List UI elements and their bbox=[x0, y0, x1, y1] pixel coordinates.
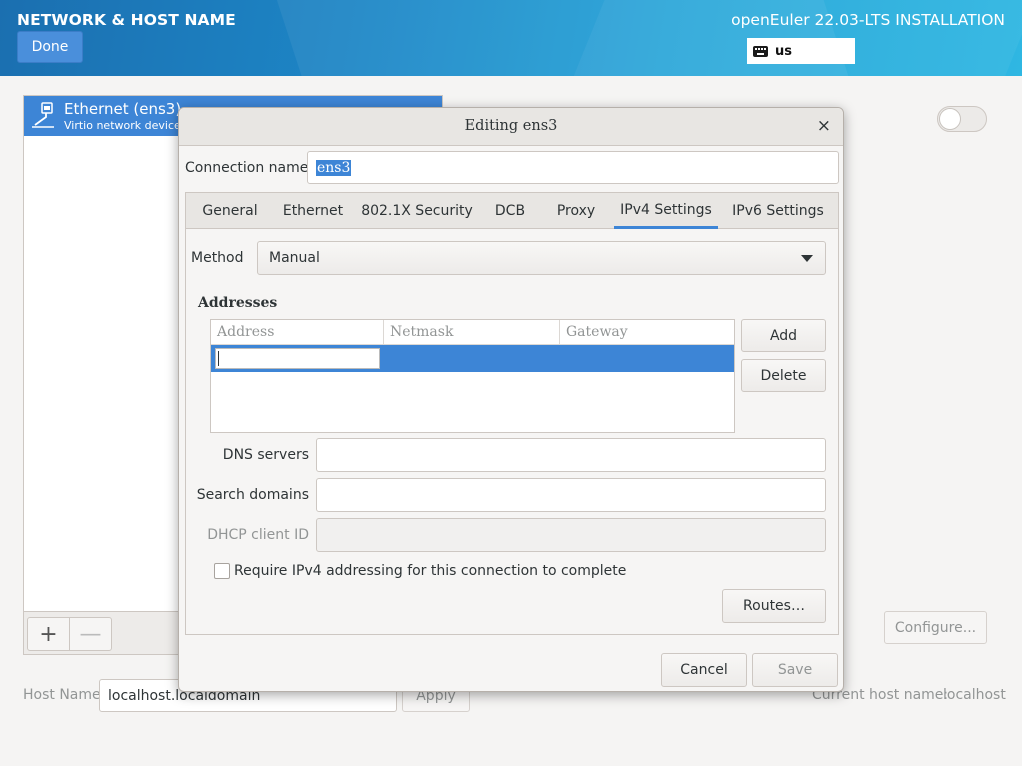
dhcp-client-id-input[interactable] bbox=[316, 518, 826, 552]
edit-connection-dialog: Editing ens3 × Connection name ens3 Gene… bbox=[178, 107, 844, 692]
chevron-down-icon bbox=[801, 255, 813, 262]
network-wired-icon bbox=[32, 102, 54, 128]
method-value: Manual bbox=[269, 250, 320, 266]
done-button[interactable]: Done bbox=[17, 31, 83, 63]
dns-servers-label: DNS servers bbox=[222, 447, 309, 463]
delete-address-button[interactable]: Delete bbox=[741, 359, 826, 392]
connection-name-value: ens3 bbox=[316, 159, 352, 176]
page-title: NETWORK & HOST NAME bbox=[17, 11, 236, 29]
cancel-button[interactable]: Cancel bbox=[661, 653, 747, 687]
addresses-heading: Addresses bbox=[198, 295, 278, 311]
tab-ipv4-settings[interactable]: IPv4 Settings bbox=[614, 193, 718, 229]
dialog-title: Editing ens3 bbox=[464, 118, 558, 134]
add-device-button[interactable]: + bbox=[27, 617, 70, 651]
device-description: Virtio network device bbox=[64, 119, 181, 132]
dhcp-client-id-label: DHCP client ID bbox=[207, 527, 309, 543]
hostname-label: Host Name: bbox=[23, 687, 106, 703]
tab-general[interactable]: General bbox=[194, 193, 266, 229]
tab-ipv6-settings[interactable]: IPv6 Settings bbox=[726, 193, 830, 229]
tab-bar: General Ethernet 802.1X Security DCB Pro… bbox=[186, 193, 838, 229]
address-cell-editor[interactable] bbox=[215, 348, 380, 369]
toggle-knob bbox=[939, 108, 961, 130]
current-hostname-value: localhost bbox=[943, 687, 1006, 703]
method-label: Method bbox=[191, 250, 244, 266]
search-domains-label: Search domains bbox=[196, 487, 309, 503]
column-header-address[interactable]: Address bbox=[211, 320, 383, 345]
text-cursor bbox=[218, 351, 219, 366]
keyboard-icon bbox=[753, 45, 768, 57]
device-name: Ethernet (ens3) bbox=[64, 100, 182, 118]
column-header-gateway[interactable]: Gateway bbox=[559, 320, 734, 345]
tab-ethernet[interactable]: Ethernet bbox=[274, 193, 352, 229]
save-button[interactable]: Save bbox=[752, 653, 838, 687]
keyboard-layout-indicator[interactable]: us bbox=[747, 38, 855, 64]
tab-8021x-security[interactable]: 802.1X Security bbox=[360, 193, 474, 229]
tab-dcb[interactable]: DCB bbox=[482, 193, 538, 229]
header-bar: NETWORK & HOST NAME Done openEuler 22.03… bbox=[0, 0, 1022, 76]
require-ipv4-checkbox[interactable] bbox=[214, 563, 230, 579]
tab-proxy[interactable]: Proxy bbox=[546, 193, 606, 229]
keyboard-layout-label: us bbox=[775, 43, 792, 59]
device-enable-toggle[interactable] bbox=[937, 106, 987, 132]
addresses-table: Address Netmask Gateway bbox=[210, 319, 735, 433]
product-title: openEuler 22.03-LTS INSTALLATION bbox=[731, 11, 1005, 29]
require-ipv4-label[interactable]: Require IPv4 addressing for this connect… bbox=[234, 563, 626, 579]
configure-button[interactable]: Configure... bbox=[884, 611, 987, 644]
add-address-button[interactable]: Add bbox=[741, 319, 826, 352]
connection-name-label: Connection name bbox=[185, 160, 309, 176]
column-header-netmask[interactable]: Netmask bbox=[383, 320, 559, 345]
routes-button[interactable]: Routes… bbox=[722, 589, 826, 623]
search-domains-input[interactable] bbox=[316, 478, 826, 512]
remove-device-button[interactable]: — bbox=[69, 617, 112, 651]
dns-servers-input[interactable] bbox=[316, 438, 826, 472]
method-dropdown[interactable]: Manual bbox=[257, 241, 826, 275]
connection-name-input[interactable]: ens3 bbox=[307, 151, 839, 184]
close-icon[interactable]: × bbox=[817, 116, 831, 136]
table-row[interactable] bbox=[211, 345, 734, 372]
dialog-titlebar[interactable]: Editing ens3 × bbox=[179, 108, 843, 146]
